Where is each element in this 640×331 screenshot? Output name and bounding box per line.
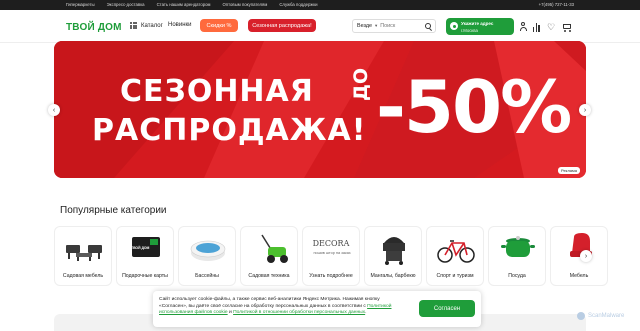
lawn-mower-icon — [261, 234, 288, 263]
category-card[interactable]: Садовая мебель — [54, 226, 112, 286]
category-card[interactable]: Спорт и туризм — [426, 226, 484, 286]
categories-next-arrow[interactable]: › — [580, 250, 592, 262]
top-link-support[interactable]: Служба поддержки — [279, 2, 317, 7]
banner-discount: -50% — [376, 65, 572, 149]
chevron-down-icon[interactable]: ▾ — [375, 23, 377, 29]
pot-icon — [501, 236, 535, 257]
category-card[interactable]: Мангалы, барбекю — [364, 226, 422, 286]
logo[interactable]: ТВОЙ ДОМ — [66, 22, 122, 33]
seasonal-sale-button[interactable]: Сезонная распродажа! — [248, 19, 316, 32]
ad-label[interactable]: Реклама — [557, 167, 580, 174]
cookie-banner: Сайт использует cookie-файлы, а также се… — [153, 291, 481, 327]
search-bar: Везде ▾ — [352, 19, 436, 33]
location-pin-icon — [450, 22, 458, 30]
top-bar: Гипермаркеты Экспресс-доставка Стать наш… — [0, 0, 640, 10]
address-button[interactable]: Укажите адрес г.Москва — [446, 18, 514, 35]
bicycle-icon — [437, 240, 475, 263]
decora-subtitle: пошив штор на заказ — [313, 251, 351, 255]
category-label: Подарочные карты — [122, 273, 168, 279]
garden-furniture-icon — [66, 245, 102, 261]
shield-icon — [577, 312, 585, 320]
address-title: Укажите адрес — [461, 21, 494, 26]
category-label: Посуда — [508, 273, 526, 279]
category-label: Садовая техника — [248, 273, 290, 279]
privacy-policy-link[interactable]: Политикой в отношении обработки персонал… — [233, 310, 365, 315]
category-card[interactable]: Мебель — [550, 226, 608, 286]
banner-title-line1: СЕЗОННАЯ — [120, 74, 314, 109]
gift-card-text: ТВОЙ ДОМ — [131, 246, 150, 250]
accept-cookies-button[interactable]: Согласен — [419, 300, 475, 317]
category-card[interactable]: DECORA пошив штор на заказ Узнать подроб… — [302, 226, 360, 286]
phone-number[interactable]: +7(495) 727-11-33 — [539, 2, 574, 7]
category-label: Мебель — [569, 273, 589, 279]
top-link-hypermarkets[interactable]: Гипермаркеты — [66, 2, 95, 7]
header: ТВОЙ ДОМ Каталог Новинки Скидки % Сезонн… — [0, 10, 640, 43]
address-city: г.Москва — [461, 27, 478, 33]
top-link-wholesale[interactable]: Оптовым покупателям — [222, 2, 267, 7]
category-card[interactable]: ТВОЙ ДОМ Подарочные карты — [116, 226, 174, 286]
user-icon[interactable] — [518, 22, 528, 32]
category-label: Садовая мебель — [62, 273, 104, 279]
grid-icon — [130, 22, 137, 29]
search-icon[interactable] — [425, 23, 431, 29]
category-label: Бассейны — [195, 273, 219, 279]
cart-icon[interactable] — [562, 22, 572, 32]
compare-icon[interactable] — [532, 22, 542, 32]
top-links: Гипермаркеты Экспресс-доставка Стать наш… — [66, 2, 318, 7]
catalog-label: Каталог — [141, 22, 163, 29]
watermark-text: ScanMalware — [588, 313, 625, 319]
decora-logo: DECORA — [312, 239, 350, 248]
category-card[interactable]: Садовая техника — [240, 226, 298, 286]
heart-icon[interactable]: ♡ — [546, 22, 556, 32]
pool-icon — [190, 240, 226, 261]
grill-icon — [383, 237, 405, 265]
category-card[interactable]: Бассейны — [178, 226, 236, 286]
category-carousel: Садовая мебель ТВОЙ ДОМ Подарочные карты… — [54, 224, 640, 286]
chair-icon — [570, 233, 592, 257]
banner-title-line2: РАСПРОДАЖА! — [92, 113, 367, 148]
banner-prev-arrow[interactable]: ‹ — [48, 104, 60, 116]
search-input[interactable] — [380, 23, 421, 29]
top-link-express[interactable]: Экспресс-доставка — [107, 2, 145, 7]
category-card[interactable]: Посуда — [488, 226, 546, 286]
news-link[interactable]: Новинки — [168, 22, 192, 28]
banner-prefix: ДО — [350, 67, 372, 101]
promo-banner[interactable]: СЕЗОННАЯ РАСПРОДАЖА! ДО -50% Реклама — [54, 41, 586, 178]
category-label: Спорт и туризм — [436, 273, 474, 279]
cookie-text: Сайт использует cookie-файлы, а также се… — [159, 297, 392, 316]
banner-next-arrow[interactable]: › — [579, 104, 591, 116]
top-link-tenant[interactable]: Стать нашим арендатором — [157, 2, 211, 7]
category-label: Мангалы, барбекю — [370, 273, 416, 279]
discounts-button[interactable]: Скидки % — [200, 19, 238, 32]
section-title: Популярные категории — [60, 205, 167, 216]
category-label: Узнать подробнее — [309, 273, 353, 279]
watermark: ScanMalware — [577, 312, 624, 320]
search-scope-select[interactable]: Везде — [353, 23, 375, 29]
catalog-button[interactable]: Каталог — [130, 22, 163, 29]
